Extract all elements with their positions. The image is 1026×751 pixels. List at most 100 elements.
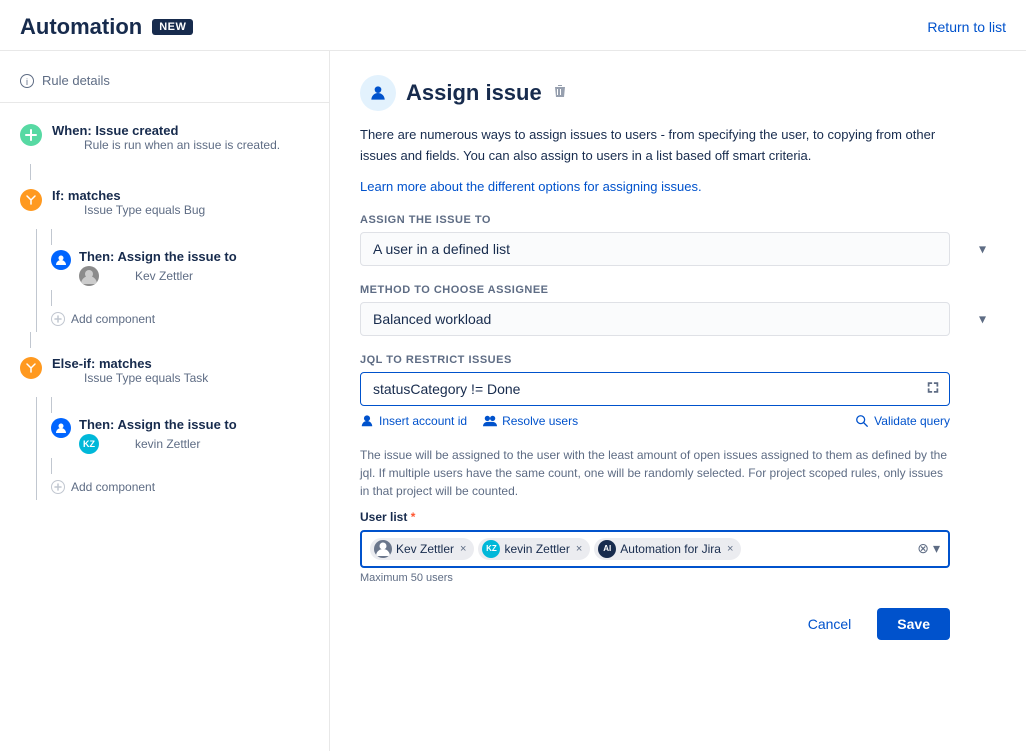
- when-label: When: Issue created: [52, 123, 280, 138]
- branch-icon-2: [25, 362, 37, 374]
- else-if-label: Else-if: matches: [52, 356, 208, 371]
- insert-account-id-label: Insert account id: [379, 414, 467, 428]
- jql-label: JQL to restrict issues: [360, 354, 996, 366]
- jql-input-wrapper: [360, 372, 950, 406]
- add-dot-2: [51, 480, 65, 494]
- app-title: Automation: [20, 14, 142, 40]
- action-title: Assign issue: [406, 80, 542, 106]
- assign-to-select[interactable]: A user in a defined list: [360, 232, 950, 266]
- if-icon: [20, 189, 42, 211]
- then-assign-item-2[interactable]: Then: Assign the issue to KZ kevin Zettl…: [51, 413, 329, 458]
- new-badge: NEW: [152, 19, 193, 35]
- resolve-users-label: Resolve users: [502, 414, 578, 428]
- method-section: Method to choose assignee Balanced workl…: [360, 284, 996, 336]
- then-label-2: Then: Assign the issue to: [79, 417, 237, 432]
- search-validate-icon: [855, 414, 869, 428]
- validate-query-button[interactable]: Validate query: [855, 414, 950, 428]
- kevin-zettler-name: kevin Zettler: [504, 542, 569, 556]
- assign-person-icon: [368, 83, 388, 103]
- add-dot-1: [51, 312, 65, 326]
- action-description: There are numerous ways to assign issues…: [360, 125, 960, 167]
- app-container: Automation NEW Return to list i Rule det…: [0, 0, 1026, 751]
- trash-icon-svg: [552, 83, 568, 99]
- connector-line-3: [51, 290, 52, 306]
- then-block-1: Then: Assign the issue to Kev Zettler: [36, 229, 329, 332]
- user-list-container[interactable]: Kev Zettler × KZ kevin Zettler ×: [360, 530, 950, 568]
- then-label-1: Then: Assign the issue to: [79, 249, 237, 264]
- when-desc: Rule is run when an issue is created.: [84, 138, 280, 152]
- kev-avatar-svg: [374, 540, 392, 558]
- remove-kev-button[interactable]: ×: [460, 543, 466, 555]
- kz-avatar-2: KZ: [79, 434, 99, 454]
- method-select[interactable]: Balanced workload: [360, 302, 950, 336]
- resolve-users-icon: [483, 414, 497, 428]
- learn-more-link[interactable]: Learn more about the different options f…: [360, 179, 996, 194]
- sidebar: i Rule details When: Issue created Rule …: [0, 51, 330, 751]
- if-desc: Issue Type equals Bug: [84, 203, 205, 217]
- jql-input[interactable]: [360, 372, 950, 406]
- branch-icon: [25, 194, 37, 206]
- resolve-users-button[interactable]: Resolve users: [483, 414, 578, 428]
- connector-line-5: [51, 397, 52, 413]
- rule-details-label: Rule details: [42, 73, 110, 88]
- if-condition-item[interactable]: If: matches Issue Type equals Bug: [0, 180, 329, 229]
- method-chevron: ▾: [979, 310, 986, 327]
- add-icon-1: [54, 315, 62, 323]
- when-trigger-item[interactable]: When: Issue created Rule is run when an …: [0, 115, 329, 164]
- user-list-label-text: User list: [360, 510, 407, 524]
- user-list-label: User list *: [360, 510, 996, 524]
- add-component-1[interactable]: Add component: [51, 306, 329, 332]
- when-icon: [20, 124, 42, 146]
- person-insert-icon: [360, 414, 374, 428]
- user-tag-automation: AI Automation for Jira ×: [594, 538, 741, 560]
- info-icon: i: [20, 74, 34, 88]
- remove-automation-button[interactable]: ×: [727, 543, 733, 555]
- expand-user-list-button[interactable]: ▾: [933, 540, 940, 557]
- validate-query-label: Validate query: [874, 414, 950, 428]
- kev-avatar-img: [79, 266, 99, 286]
- action-icon: [360, 75, 396, 111]
- person-icon-1: [55, 254, 67, 266]
- return-to-list-link[interactable]: Return to list: [927, 19, 1006, 35]
- then-block-2: Then: Assign the issue to KZ kevin Zettl…: [36, 397, 329, 500]
- plus-icon: [25, 129, 37, 141]
- then-icon-2: [51, 418, 71, 438]
- user-tag-kev: Kev Zettler ×: [370, 538, 474, 560]
- if-label: If: matches: [52, 188, 205, 203]
- add-component-label-2: Add component: [71, 480, 155, 494]
- else-if-item[interactable]: Else-if: matches Issue Type equals Task: [0, 348, 329, 397]
- kevin-zettler-avatar: KZ: [482, 540, 500, 558]
- automation-name: Automation for Jira: [620, 542, 721, 556]
- kev-zettler-name: Kev Zettler: [396, 542, 454, 556]
- user-list-section: User list * Kev Zettler ×: [360, 510, 996, 584]
- user-tag-kevin: KZ kevin Zettler ×: [478, 538, 590, 560]
- remove-kevin-button[interactable]: ×: [576, 543, 582, 555]
- rule-details-item[interactable]: i Rule details: [0, 67, 329, 103]
- main-layout: i Rule details When: Issue created Rule …: [0, 51, 1026, 751]
- then-assign-item-1[interactable]: Then: Assign the issue to Kev Zettler: [51, 245, 329, 290]
- else-if-icon: [20, 357, 42, 379]
- add-component-2[interactable]: Add component: [51, 474, 329, 500]
- kev-avatar: [79, 266, 99, 286]
- insert-left: Insert account id Resolve users: [360, 414, 578, 428]
- svg-text:i: i: [26, 77, 28, 87]
- then-icon-1: [51, 250, 71, 270]
- header-left: Automation NEW: [20, 14, 193, 40]
- clear-users-button[interactable]: ⊗: [917, 540, 929, 557]
- jql-section: JQL to restrict issues: [360, 354, 996, 428]
- top-header: Automation NEW Return to list: [0, 0, 1026, 51]
- action-header: Assign issue: [360, 75, 996, 111]
- cancel-button[interactable]: Cancel: [792, 608, 868, 640]
- required-star: *: [411, 510, 416, 524]
- person-icon-2: [55, 422, 67, 434]
- add-component-label-1: Add component: [71, 312, 155, 326]
- insert-account-id-button[interactable]: Insert account id: [360, 414, 467, 428]
- save-button[interactable]: Save: [877, 608, 950, 640]
- else-if-desc: Issue Type equals Task: [84, 371, 208, 385]
- assign-to-section: Assign the issue to A user in a defined …: [360, 214, 996, 266]
- connector-line-4: [30, 332, 31, 348]
- then-user-1: Kev Zettler: [135, 269, 193, 283]
- delete-action-button[interactable]: [552, 83, 568, 104]
- expand-icon: [926, 380, 940, 394]
- insert-row: Insert account id Resolve users: [360, 414, 950, 428]
